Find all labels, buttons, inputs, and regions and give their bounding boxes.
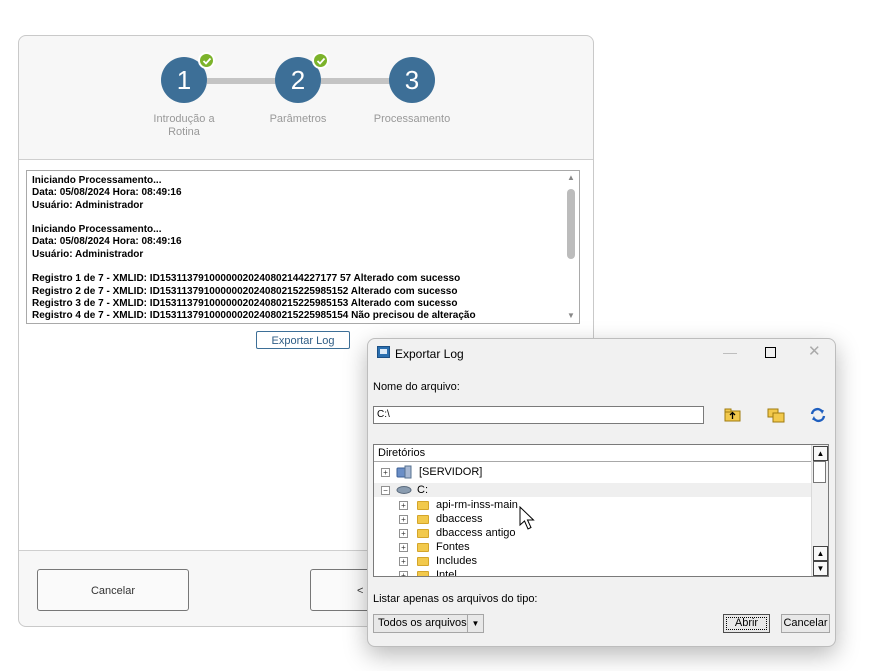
- maximize-icon[interactable]: [765, 347, 776, 358]
- directory-tree[interactable]: Diretórios + [SERVIDOR] − C: + api-rm-in…: [373, 444, 829, 577]
- folder-icon: [417, 515, 429, 524]
- file-name-label: Nome do arquivo:: [373, 381, 460, 393]
- folder-icon: [417, 557, 429, 566]
- export-log-dialog: Exportar Log — ✕ Nome do arquivo: C:\ Di…: [367, 338, 836, 647]
- chevron-down-icon[interactable]: ▼: [467, 615, 483, 632]
- server-icon: [396, 465, 412, 483]
- step-1-label: Introdução a Rotina: [153, 113, 215, 138]
- check-icon: [312, 52, 329, 69]
- log-text: Iniciando Processamento... Data: 05/08/20…: [32, 175, 476, 323]
- log-line: Iniciando Processamento...: [32, 175, 162, 186]
- tree-item-label: C:: [417, 484, 428, 496]
- scroll-up-icon[interactable]: ▲: [813, 446, 828, 461]
- log-line: Registro 4 de 7 - XMLID: ID1531137910000…: [32, 310, 476, 322]
- step-3-number: 3: [404, 65, 420, 95]
- dialog-title: Exportar Log: [395, 347, 464, 361]
- wizard-steps: 1 2 3 Introdução a Rotina Parâmetros Pro…: [19, 36, 593, 158]
- step-2-number: 2: [290, 65, 306, 95]
- log-line: Registro 1 de 7 - XMLID: ID1531137910000…: [32, 273, 461, 285]
- tree-item-servidor[interactable]: + [SERVIDOR]: [374, 465, 812, 479]
- cancel-button[interactable]: Cancelar: [37, 569, 189, 611]
- tree-item-drive-c[interactable]: − C:: [374, 483, 812, 497]
- expand-icon[interactable]: +: [399, 501, 408, 510]
- log-scrollbar[interactable]: ▲ ▼: [563, 171, 579, 323]
- tree-header: Diretórios: [374, 445, 812, 462]
- check-icon: [198, 52, 215, 69]
- step-1-number: 1: [176, 65, 192, 95]
- close-icon[interactable]: ✕: [808, 342, 821, 360]
- step-2-label: Parâmetros: [269, 113, 327, 125]
- scroll-down-icon[interactable]: ▼: [563, 309, 579, 323]
- tree-item-label: Intel: [436, 569, 457, 577]
- drive-icon: [396, 485, 412, 499]
- scroll-thumb[interactable]: [567, 189, 575, 259]
- tree-item-label: Includes: [436, 555, 477, 567]
- tree-item-label: dbaccess antigo: [436, 527, 516, 539]
- log-line: Data: 05/08/2024 Hora: 08:49:16: [32, 236, 182, 248]
- log-line: Registro 2 de 7 - XMLID: ID1531137910000…: [32, 285, 458, 297]
- expand-icon[interactable]: +: [399, 571, 408, 576]
- folder-icon: [417, 571, 429, 576]
- scroll-down-icon[interactable]: ▼: [813, 561, 828, 576]
- step-3-label: Processamento: [373, 113, 451, 125]
- app-icon: [377, 346, 390, 358]
- minimize-icon[interactable]: —: [723, 344, 737, 360]
- expand-icon[interactable]: +: [399, 529, 408, 538]
- folder-icon: [417, 543, 429, 552]
- expand-icon[interactable]: +: [381, 468, 390, 477]
- log-line: Usuário: Administrador: [32, 248, 144, 260]
- tree-item-label: [SERVIDOR]: [419, 466, 483, 478]
- log-line: Iniciando Processamento...: [32, 224, 162, 236]
- mouse-cursor-icon: [519, 505, 537, 537]
- step-3-circle: 3: [389, 57, 435, 103]
- export-log-button[interactable]: Exportar Log: [256, 331, 350, 349]
- log-textarea[interactable]: Iniciando Processamento... Data: 05/08/20…: [26, 170, 580, 324]
- tree-item-folder[interactable]: + Fontes: [374, 540, 812, 554]
- file-type-select[interactable]: Todos os arquivos ▼: [373, 614, 484, 633]
- open-button[interactable]: Abrir: [723, 614, 770, 633]
- log-line: Registro 3 de 7 - XMLID: ID1531137910000…: [32, 297, 458, 309]
- file-type-value: Todos os arquivos: [378, 617, 467, 629]
- tree-item-label: dbaccess: [436, 513, 483, 525]
- step-1-circle: 1: [161, 52, 215, 103]
- folder-icon: [417, 529, 429, 538]
- tree-item-folder[interactable]: + Includes: [374, 554, 812, 568]
- scroll-thumb[interactable]: [813, 461, 826, 483]
- log-line: Usuário: Administrador: [32, 199, 144, 211]
- tree-scrollbar[interactable]: ▲ ▲ ▼: [811, 445, 828, 576]
- tree-item-folder[interactable]: + api-rm-inss-main: [374, 498, 812, 512]
- expand-icon[interactable]: +: [399, 557, 408, 566]
- tree-item-folder[interactable]: + Intel: [374, 568, 812, 577]
- dialog-cancel-button[interactable]: Cancelar: [781, 614, 830, 633]
- tree-item-label: Fontes: [436, 541, 470, 553]
- file-type-label: Listar apenas os arquivos do tipo:: [373, 593, 538, 605]
- tree-item-folder[interactable]: + dbaccess antigo: [374, 526, 812, 540]
- collapse-icon[interactable]: −: [381, 486, 390, 495]
- expand-icon[interactable]: +: [399, 515, 408, 524]
- file-name-input[interactable]: C:\: [373, 406, 704, 424]
- scroll-up-icon[interactable]: ▲: [813, 546, 828, 561]
- new-folder-icon[interactable]: [766, 406, 786, 424]
- log-line: Data: 05/08/2024 Hora: 08:49:16: [32, 187, 182, 199]
- expand-icon[interactable]: +: [399, 543, 408, 552]
- refresh-icon[interactable]: [808, 406, 828, 424]
- folder-icon: [417, 501, 429, 510]
- tree-item-label: api-rm-inss-main: [436, 499, 518, 511]
- scroll-up-icon[interactable]: ▲: [563, 171, 579, 185]
- parent-folder-icon[interactable]: [723, 406, 743, 424]
- step-2-circle: 2: [275, 52, 329, 103]
- tree-item-folder[interactable]: + dbaccess: [374, 512, 812, 526]
